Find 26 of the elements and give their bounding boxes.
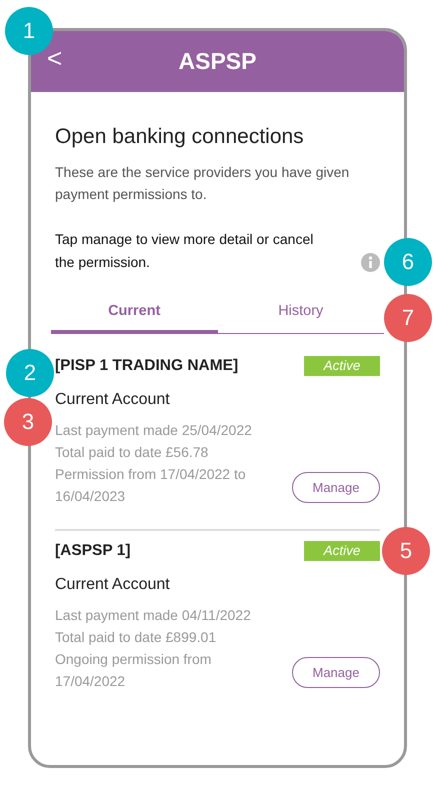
annotation-marker: 1 [5,7,53,55]
manage-button[interactable]: Manage [292,472,380,503]
status-badge: Active [304,541,380,561]
status-badge: Active [304,356,380,376]
detail-text: Last payment made 25/04/2022 [55,421,253,440]
manage-button[interactable]: Manage [292,657,380,688]
info-icon[interactable] [361,253,380,272]
provider-name: [ASPSP 1] [55,542,131,560]
detail-text: Ongoing permission from 17/04/2022 [55,650,212,691]
detail-text: Last payment made 04/11/2022 [55,606,252,625]
annotation-marker: 7 [384,294,432,342]
tab[interactable]: History [218,293,384,334]
provider-name: [PISP 1 TRADING NAME] [55,357,238,375]
annotation-marker: 5 [382,527,430,575]
header-title: ASPSP [178,48,256,75]
account-type: Current Account [55,576,171,594]
detail-text: Total paid to date £56.78 [55,443,210,462]
detail-text: Total paid to date £899.01 [55,628,218,647]
account-type: Current Account [55,391,171,409]
tab[interactable]: Current [51,293,218,334]
page-heading: Open banking connections [55,124,305,150]
hint-text: Tap manage to view more detail or cancel the permission. [55,230,314,272]
annotation-marker: 3 [4,398,52,446]
intro-text: These are the service providers you have given payment permissions to. [55,163,350,204]
annotation-marker: 2 [6,349,54,397]
detail-text: Permission from 17/04/2022 to 16/04/2023 [55,465,247,506]
